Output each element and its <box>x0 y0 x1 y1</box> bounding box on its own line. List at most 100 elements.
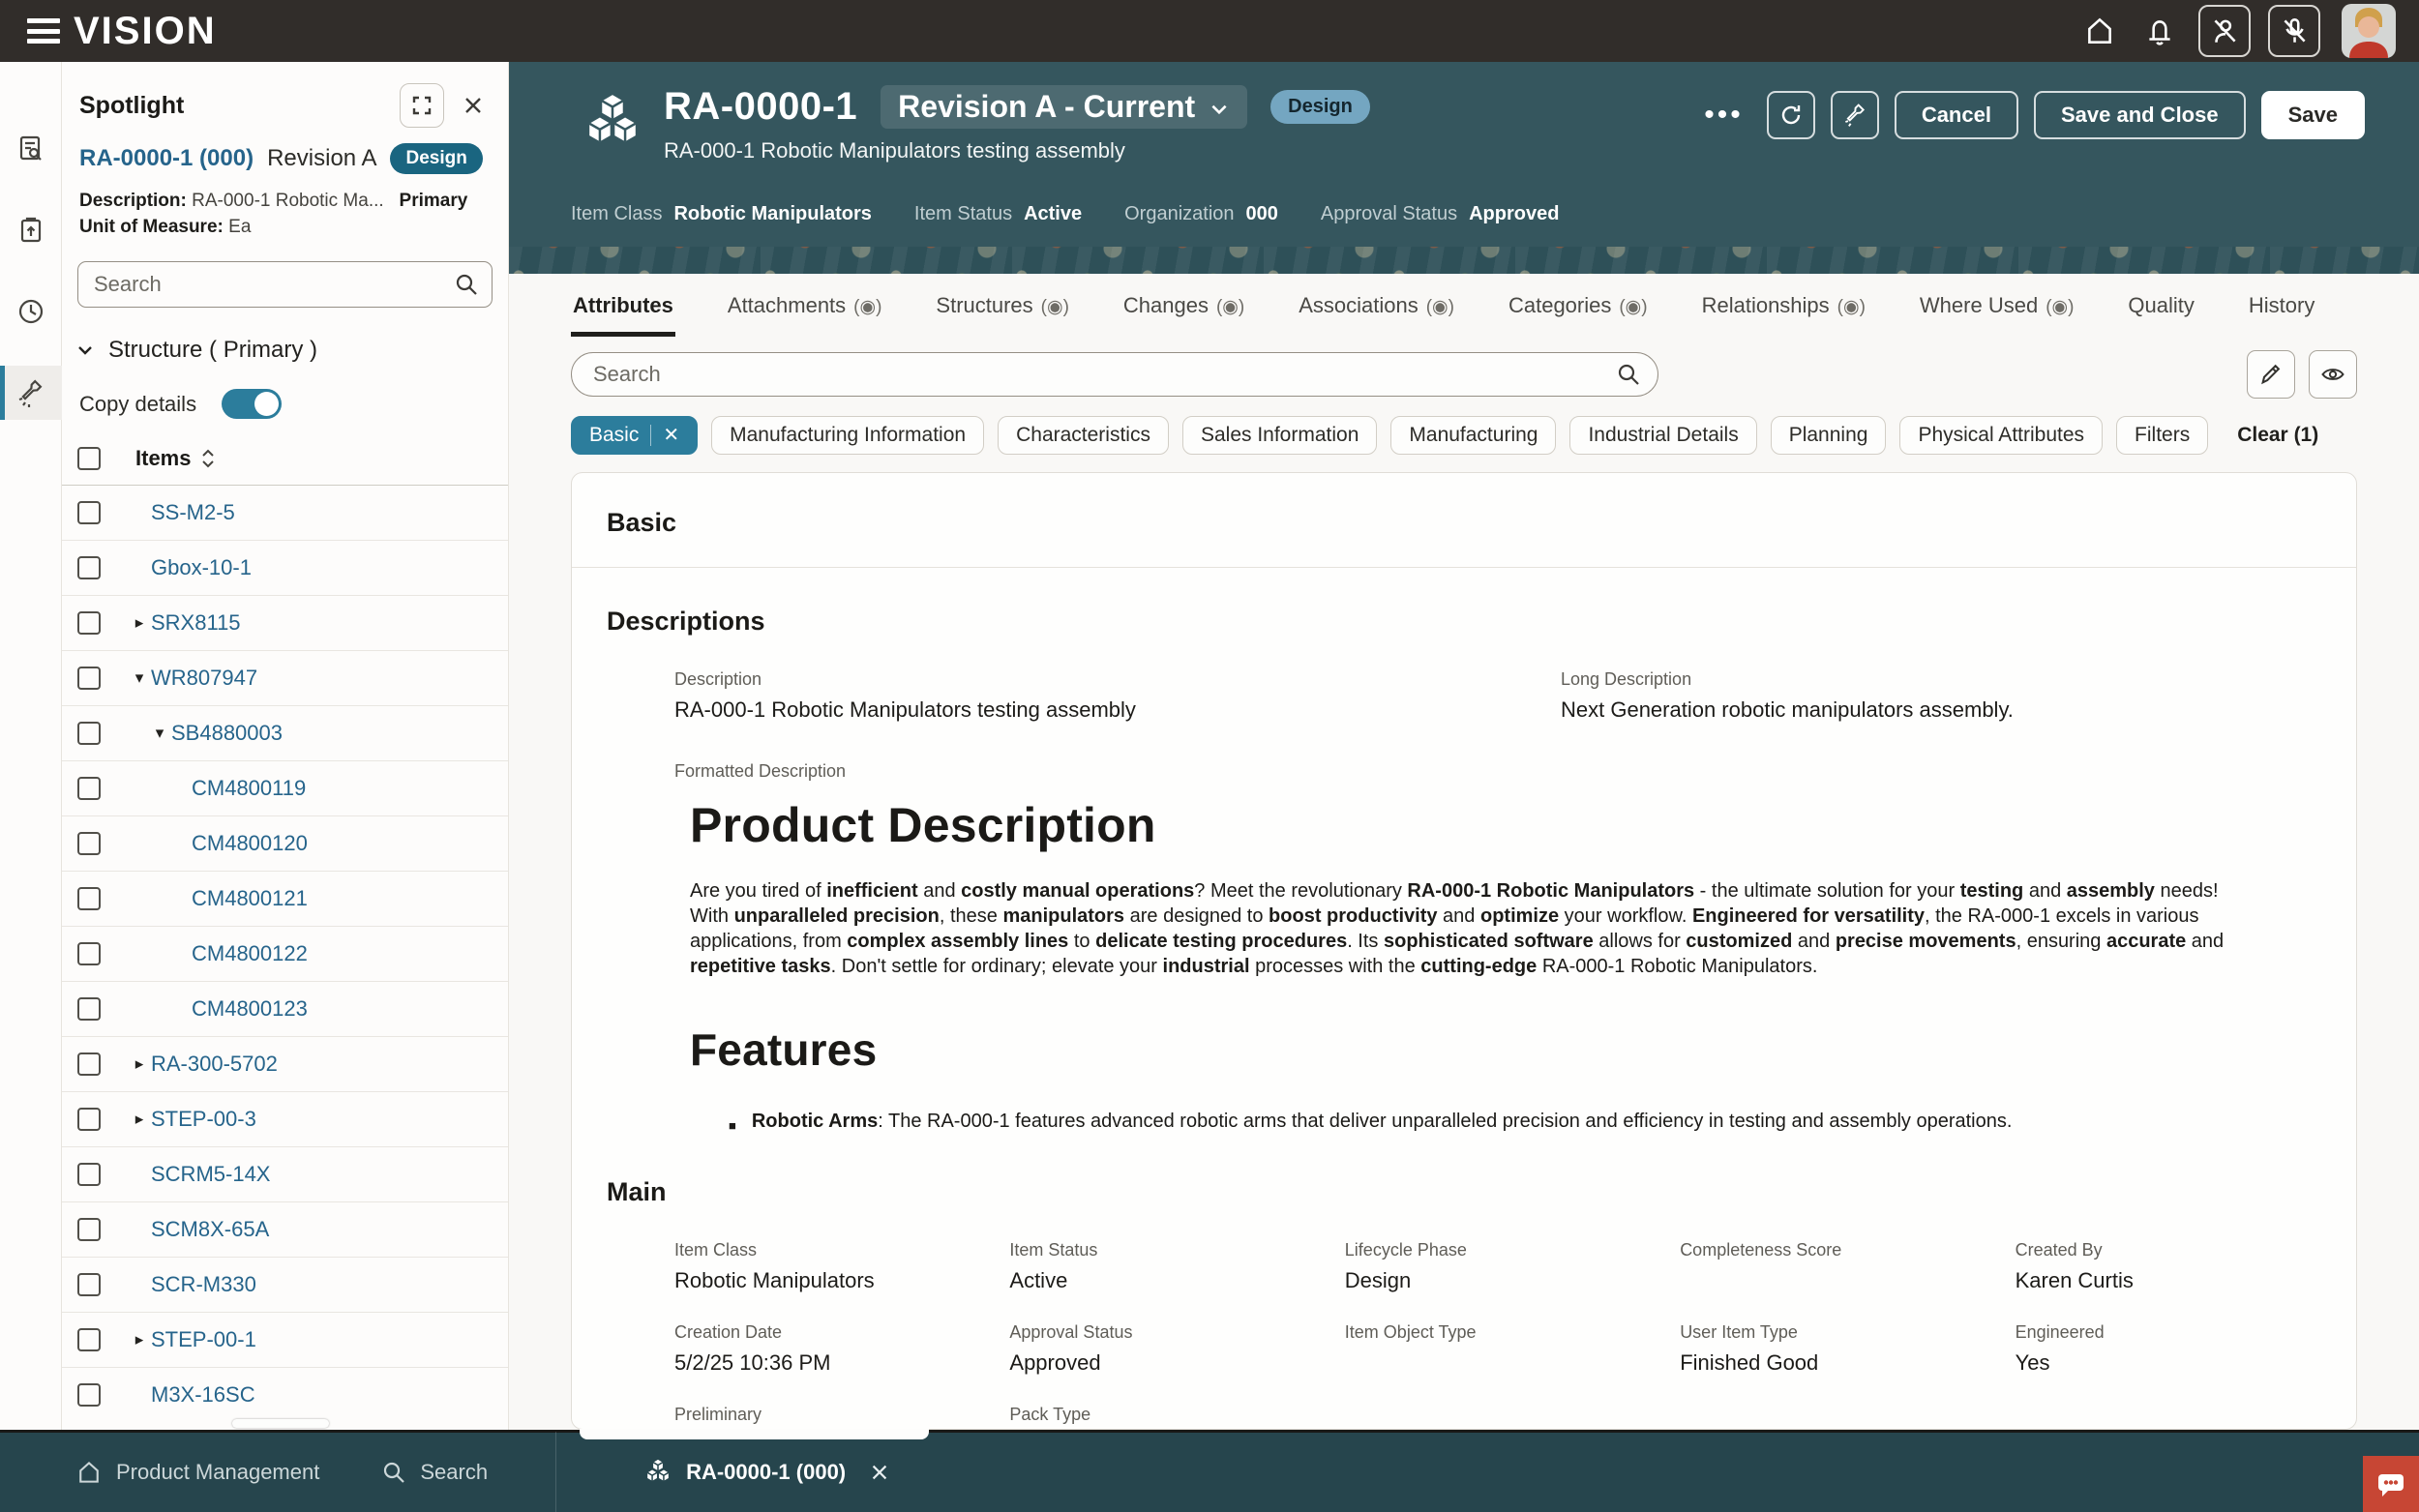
tree-item[interactable]: SCM8X-65A <box>62 1202 508 1258</box>
filter-chip-manufacturing[interactable]: Manufacturing <box>1390 416 1556 455</box>
tree-item[interactable]: CM4800123 <box>62 982 508 1037</box>
tree-item[interactable]: ▾WR807947 <box>62 651 508 706</box>
row-checkbox[interactable] <box>77 556 101 579</box>
filter-chip-sales-information[interactable]: Sales Information <box>1182 416 1377 455</box>
tree-horizontal-scrollbar[interactable] <box>62 1419 508 1430</box>
expand-arrow-icon[interactable]: ▸ <box>128 1110 151 1129</box>
tree-item[interactable]: ▸SRX8115 <box>62 596 508 651</box>
tree-item-link[interactable]: CM4800119 <box>192 776 306 801</box>
refresh-button[interactable] <box>1767 91 1815 139</box>
tree-item-link[interactable]: SCM8X-65A <box>151 1217 269 1242</box>
row-checkbox[interactable] <box>77 1163 101 1186</box>
edit-button[interactable] <box>2247 350 2295 399</box>
row-checkbox[interactable] <box>77 722 101 745</box>
rail-spotlight-button[interactable] <box>0 366 62 420</box>
rail-browse-button[interactable] <box>0 122 62 176</box>
tab-history[interactable]: History <box>2247 285 2316 337</box>
sort-icon[interactable] <box>200 448 216 469</box>
tree-item-link[interactable]: SB4880003 <box>171 721 283 746</box>
row-checkbox[interactable] <box>77 887 101 910</box>
save-button[interactable]: Save <box>2261 91 2365 139</box>
filter-chip-planning[interactable]: Planning <box>1771 416 1887 455</box>
tree-item[interactable]: M3X-16SC <box>62 1368 508 1417</box>
row-checkbox[interactable] <box>77 1383 101 1407</box>
save-and-close-button[interactable]: Save and Close <box>2034 91 2246 139</box>
spotlight-toggle-button[interactable] <box>1831 91 1879 139</box>
tree-item-link[interactable]: RA-300-5702 <box>151 1052 278 1077</box>
clear-filters-link[interactable]: Clear (1) <box>2237 424 2318 447</box>
chat-widget-button[interactable] <box>2363 1456 2419 1512</box>
tab-attachments[interactable]: Attachments(◉) <box>726 285 884 337</box>
filter-chip-physical-attributes[interactable]: Physical Attributes <box>1899 416 2103 455</box>
tab-categories[interactable]: Categories(◉) <box>1507 285 1650 337</box>
row-checkbox[interactable] <box>77 1108 101 1131</box>
revision-selector[interactable]: Revision A - Current <box>881 85 1247 129</box>
assistant-muted-button[interactable] <box>2198 5 2251 57</box>
tree-item[interactable]: ▾SB4880003 <box>62 706 508 761</box>
tree-item[interactable]: SCRM5-14X <box>62 1147 508 1202</box>
row-checkbox[interactable] <box>77 832 101 855</box>
tree-item-link[interactable]: SRX8115 <box>151 610 241 636</box>
spotlight-close-button[interactable] <box>454 86 493 125</box>
tree-item-link[interactable]: M3X-16SC <box>151 1382 255 1408</box>
tree-item[interactable]: CM4800122 <box>62 927 508 982</box>
tree-item[interactable]: SS-M2-5 <box>62 486 508 541</box>
tab-structures[interactable]: Structures(◉) <box>934 285 1071 337</box>
tree-item[interactable]: CM4800120 <box>62 816 508 872</box>
tab-changes[interactable]: Changes(◉) <box>1121 285 1246 337</box>
row-checkbox[interactable] <box>77 942 101 965</box>
spotlight-item-link[interactable]: RA-0000-1 (000) <box>79 145 254 172</box>
tree-item-link[interactable]: STEP-00-3 <box>151 1107 256 1132</box>
home-button[interactable] <box>2078 10 2121 52</box>
overflow-menu-button[interactable]: ••• <box>1704 99 1744 132</box>
filter-chip-manufacturing-information[interactable]: Manufacturing Information <box>711 416 984 455</box>
tree-item-link[interactable]: STEP-00-1 <box>151 1327 256 1352</box>
tree-item[interactable]: SCR-M330 <box>62 1258 508 1313</box>
chip-remove-icon[interactable]: ✕ <box>663 426 679 445</box>
tab-associations[interactable]: Associations(◉) <box>1297 285 1456 337</box>
filter-chip-basic[interactable]: Basic✕ <box>571 416 698 455</box>
expand-arrow-icon[interactable]: ▾ <box>128 668 151 688</box>
tree-item-link[interactable]: CM4800123 <box>192 996 308 1022</box>
row-checkbox[interactable] <box>77 667 101 690</box>
select-all-checkbox[interactable] <box>77 447 101 470</box>
row-checkbox[interactable] <box>77 1052 101 1076</box>
tab-relationships[interactable]: Relationships(◉) <box>1700 285 1867 337</box>
structure-section-toggle[interactable]: Structure ( Primary ) <box>62 308 508 364</box>
filter-chip-industrial-details[interactable]: Industrial Details <box>1569 416 1756 455</box>
expand-button[interactable] <box>400 83 444 128</box>
tab-quality[interactable]: Quality <box>2126 285 2195 337</box>
row-checkbox[interactable] <box>77 1328 101 1351</box>
row-checkbox[interactable] <box>77 1218 101 1241</box>
cancel-button[interactable]: Cancel <box>1895 91 2018 139</box>
tree-item-link[interactable]: CM4800122 <box>192 941 308 966</box>
avatar[interactable] <box>2342 4 2396 58</box>
expand-arrow-icon[interactable]: ▾ <box>148 724 171 743</box>
hamburger-menu-icon[interactable] <box>27 18 60 44</box>
tree-item[interactable]: ▸STEP-00-3 <box>62 1092 508 1147</box>
tree-item-link[interactable]: SCR-M330 <box>151 1272 256 1297</box>
rail-clipboard-button[interactable] <box>0 203 62 257</box>
row-checkbox[interactable] <box>77 501 101 524</box>
rail-history-button[interactable] <box>0 284 62 339</box>
taskbar-home-item[interactable]: Product Management <box>75 1459 319 1486</box>
tree-item[interactable]: ▸RA-300-5702 <box>62 1037 508 1092</box>
expand-arrow-icon[interactable]: ▸ <box>128 613 151 633</box>
tab-close-icon[interactable] <box>869 1462 890 1483</box>
row-checkbox[interactable] <box>77 777 101 800</box>
tree-item-link[interactable]: Gbox-10-1 <box>151 555 252 580</box>
expand-arrow-icon[interactable]: ▸ <box>128 1054 151 1074</box>
notifications-button[interactable] <box>2138 10 2181 52</box>
tree-item[interactable]: CM4800121 <box>62 872 508 927</box>
copy-details-toggle[interactable] <box>222 389 282 419</box>
spotlight-search-input[interactable] <box>77 261 493 308</box>
row-checkbox[interactable] <box>77 1273 101 1296</box>
tree-item-link[interactable]: CM4800120 <box>192 831 308 856</box>
attributes-search-input[interactable] <box>571 352 1658 397</box>
tree-item-link[interactable]: WR807947 <box>151 666 257 691</box>
row-checkbox[interactable] <box>77 997 101 1021</box>
voice-muted-button[interactable] <box>2268 5 2320 57</box>
tree-item[interactable]: Gbox-10-1 <box>62 541 508 596</box>
expand-arrow-icon[interactable]: ▸ <box>128 1330 151 1349</box>
tree-item-link[interactable]: CM4800121 <box>192 886 308 911</box>
